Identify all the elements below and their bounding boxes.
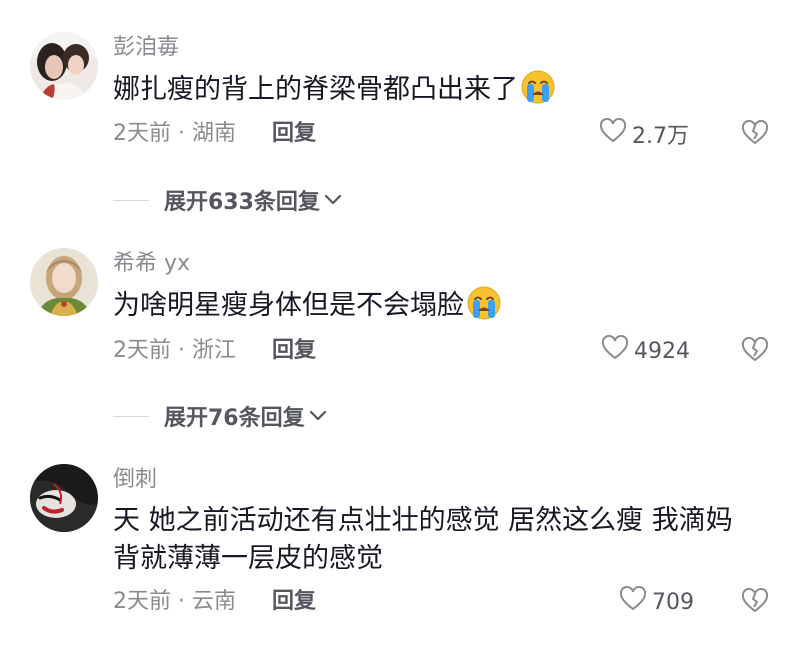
comment-text: 娜扎瘦的背上的脊梁骨都凸出来了 <box>113 70 773 115</box>
timestamp-location: 2天前 · 湖南 <box>113 121 236 146</box>
avatar[interactable] <box>30 32 98 100</box>
heart-icon <box>599 117 627 150</box>
chevron-down-icon <box>323 191 343 210</box>
avatar[interactable] <box>30 464 98 532</box>
like-count: 709 <box>652 589 694 615</box>
expand-replies-button[interactable]: 展开76条回复 <box>113 401 328 431</box>
timestamp-location: 2天前 · 云南 <box>113 589 236 614</box>
crying-face-icon <box>521 70 555 115</box>
crying-face-icon <box>467 286 501 331</box>
heart-icon <box>601 334 629 367</box>
chevron-down-icon <box>308 407 328 426</box>
broken-heart-icon[interactable] <box>741 587 769 616</box>
reply-button[interactable]: 回复 <box>272 588 316 616</box>
username[interactable]: 倒刺 <box>113 466 157 494</box>
broken-heart-icon[interactable] <box>741 119 769 148</box>
like-count: 2.7万 <box>632 124 689 149</box>
expand-replies-button[interactable]: 展开633条回复 <box>113 185 343 215</box>
expand-replies-label: 展开76条回复 <box>164 406 305 431</box>
reply-button[interactable]: 回复 <box>272 337 316 365</box>
like-button[interactable]: 2.7万 <box>599 117 689 150</box>
timestamp-location: 2天前 · 浙江 <box>113 338 236 363</box>
reply-button[interactable]: 回复 <box>272 120 316 148</box>
expand-replies-label: 展开633条回复 <box>164 190 320 215</box>
like-button[interactable]: 709 <box>619 585 694 618</box>
heart-icon <box>619 585 647 618</box>
divider <box>113 415 149 417</box>
comment-text: 为啥明星瘦身体但是不会塌脸 <box>113 286 773 331</box>
divider <box>113 199 149 201</box>
username[interactable]: 希希 yx <box>113 250 190 278</box>
broken-heart-icon[interactable] <box>741 336 769 365</box>
like-button[interactable]: 4924 <box>601 334 690 367</box>
avatar[interactable] <box>30 248 98 316</box>
username[interactable]: 彭洎毐 <box>113 34 179 62</box>
like-count: 4924 <box>634 338 690 364</box>
comment-text: 天 她之前活动还有点壮壮的感觉 居然这么瘦 我滴妈 背就薄薄一层皮的感觉 <box>113 505 733 574</box>
